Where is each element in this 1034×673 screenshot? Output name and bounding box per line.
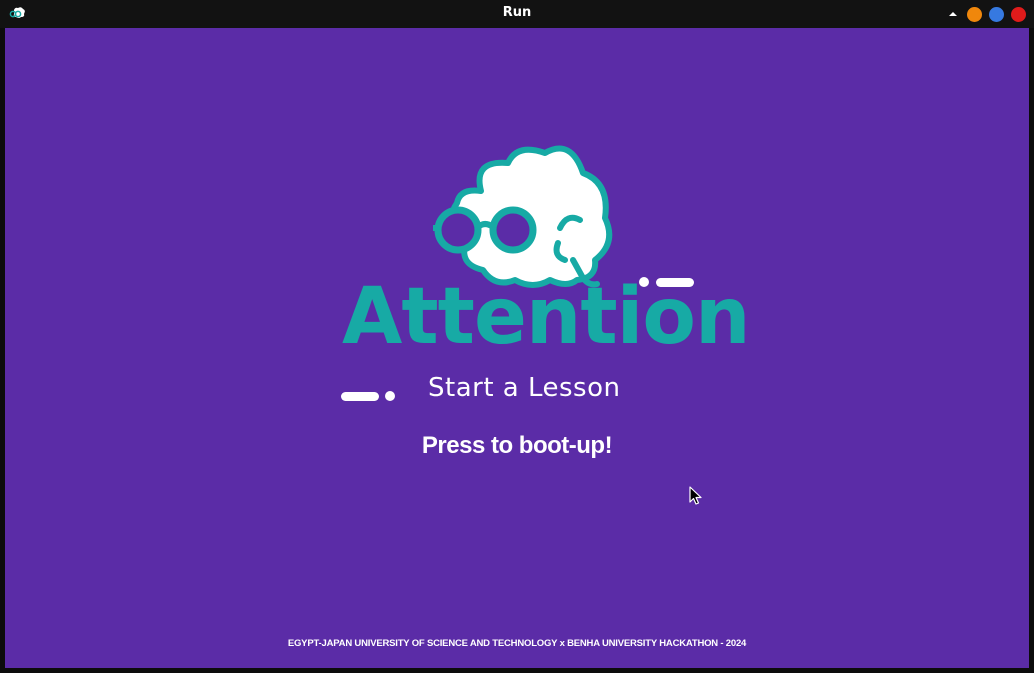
brain-with-glasses-icon xyxy=(433,145,613,288)
boot-up-prompt[interactable]: Press to boot-up! xyxy=(5,432,1029,460)
footer-credits: EGYPT-JAPAN UNIVERSITY OF SCIENCE AND TE… xyxy=(287,638,747,649)
app-wordmark: Attention xyxy=(342,272,751,362)
mouse-cursor-icon xyxy=(689,486,702,505)
window-titlebar: Run xyxy=(0,0,1034,28)
window-title: Run xyxy=(502,5,532,20)
minimize-button[interactable] xyxy=(967,7,982,22)
start-lesson-label: Start a Lesson xyxy=(428,373,621,403)
scroll-up-icon[interactable] xyxy=(947,9,959,19)
dash-decoration-bottom xyxy=(341,391,395,401)
app-canvas[interactable]: Attention Start a Lesson Press to boot-u… xyxy=(5,28,1029,668)
maximize-button[interactable] xyxy=(989,7,1004,22)
close-button[interactable] xyxy=(1011,7,1026,22)
